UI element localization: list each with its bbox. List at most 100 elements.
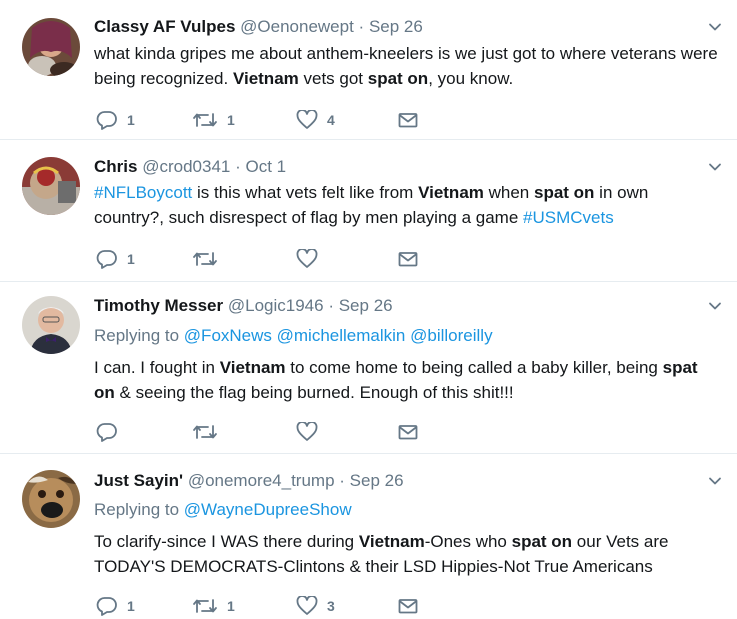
envelope-icon [398,111,418,129]
hashtag-link[interactable]: #USMCvets [523,208,614,227]
tweet-date[interactable]: Sep 26 [339,296,393,315]
tweet[interactable]: Classy AF Vulpes @Oenonewept · Sep 26 wh… [0,0,737,140]
avatar[interactable] [22,157,80,215]
tweet-date[interactable]: Oct 1 [246,157,287,176]
like-button[interactable] [296,247,327,271]
chevron-down-icon[interactable] [707,159,723,175]
retweet-count: 1 [227,598,235,614]
display-name[interactable]: Timothy Messer [94,296,223,315]
reply-button[interactable]: 1 [96,108,135,132]
envelope-icon [398,597,418,615]
display-name[interactable]: Classy AF Vulpes [94,17,235,36]
highlighted-term: Vietnam [219,358,286,377]
separator-dot: · [328,296,334,315]
tweet[interactable]: Timothy Messer @Logic1946 · Sep 26 Reply… [0,282,737,454]
reply-icon [96,249,118,269]
tweet-actions: 1 [94,247,434,271]
highlighted-term: spat on [511,532,573,551]
avatar[interactable] [22,470,80,528]
highlighted-term: spat on [533,183,595,202]
tweet-actions [94,420,434,444]
highlighted-term: Vietnam [358,532,425,551]
highlighted-term: Vietnam [232,69,299,88]
like-count: 3 [327,598,335,614]
text-segment: to come home to being called a baby kill… [285,358,663,377]
retweet-icon [192,596,218,616]
text-segment: , you know. [428,69,514,88]
highlighted-term: spat on [367,69,429,88]
heart-icon [296,110,318,130]
tweet-actions: 1 1 4 [94,108,434,132]
replying-to-label: Replying to [94,326,180,345]
heart-icon [296,596,318,616]
text-segment: is this what vets felt like from [192,183,419,202]
reply-icon [96,110,118,130]
reply-icon [96,422,118,442]
mention-link[interactable]: @WayneDupreeShow [184,500,352,519]
separator-dot: · [358,17,365,36]
direct-message-button[interactable] [398,247,418,271]
text-segment: & seeing the flag being burned. Enough o… [114,383,514,402]
retweet-button[interactable] [192,420,227,444]
retweet-icon [192,422,218,442]
chevron-down-icon[interactable] [707,19,723,35]
like-button[interactable] [296,420,327,444]
direct-message-button[interactable] [398,420,418,444]
separator-dot: · [339,471,345,490]
retweet-count: 1 [227,112,235,128]
mention-link[interactable]: @michellemalkin [277,326,406,345]
reply-count: 1 [127,598,135,614]
reply-button[interactable] [96,420,127,444]
envelope-icon [398,423,418,441]
replying-to: Replying to @FoxNews @michellemalkin @bi… [94,324,493,348]
reply-button[interactable]: 1 [96,594,135,618]
hashtag-link[interactable]: #NFLBoycott [94,183,192,202]
mention-link[interactable]: @FoxNews [184,326,272,345]
tweet[interactable]: Just Sayin' @onemore4_trump · Sep 26 Rep… [0,454,737,619]
display-name[interactable]: Just Sayin' [94,471,183,490]
like-button[interactable]: 4 [296,108,335,132]
like-button[interactable]: 3 [296,594,335,618]
reply-count: 1 [127,112,135,128]
avatar[interactable] [22,18,80,76]
tweet[interactable]: Chris @crod0341 · Oct 1 #NFLBoycott is t… [0,140,737,282]
direct-message-button[interactable] [398,594,418,618]
like-count: 4 [327,112,335,128]
text-segment: To clarify-since I WAS there during [94,532,359,551]
replying-to: Replying to @WayneDupreeShow [94,498,352,522]
highlighted-term: Vietnam [418,183,484,202]
display-name[interactable]: Chris [94,157,137,176]
envelope-icon [398,250,418,268]
retweet-button[interactable] [192,247,227,271]
tweet-date[interactable]: Sep 26 [350,471,404,490]
text-segment: I can. I fought in [94,358,220,377]
reply-count: 1 [127,251,135,267]
text-segment: vets got [298,69,368,88]
direct-message-button[interactable] [398,108,418,132]
avatar[interactable] [22,296,80,354]
replying-to-label: Replying to [94,500,180,519]
chevron-down-icon[interactable] [707,298,723,314]
user-handle[interactable]: @Oenonewept [240,17,354,36]
tweet-feed: Classy AF Vulpes @Oenonewept · Sep 26 wh… [0,0,737,619]
reply-icon [96,596,118,616]
tweet-actions: 1 1 3 [94,594,434,618]
mention-link[interactable]: @billoreilly [410,326,492,345]
user-handle[interactable]: @onemore4_trump [188,471,335,490]
user-handle[interactable]: @crod0341 [142,157,230,176]
user-handle[interactable]: @Logic1946 [228,296,324,315]
reply-button[interactable]: 1 [96,247,135,271]
tweet-text: #NFLBoycott is this what vets felt like … [94,180,719,230]
tweet-date[interactable]: Sep 26 [369,17,423,36]
tweet-text: To clarify-since I WAS there during Viet… [94,529,719,579]
retweet-button[interactable]: 1 [192,108,235,132]
retweet-button[interactable]: 1 [192,594,235,618]
heart-icon [296,249,318,269]
tweet-text: what kinda gripes me about anthem-kneele… [94,41,719,91]
retweet-icon [192,110,218,130]
text-segment: when [483,183,534,202]
heart-icon [296,422,318,442]
tweet-text: I can. I fought in Vietnam to come home … [94,355,719,405]
chevron-down-icon[interactable] [707,473,723,489]
text-segment: -Ones who [424,532,512,551]
